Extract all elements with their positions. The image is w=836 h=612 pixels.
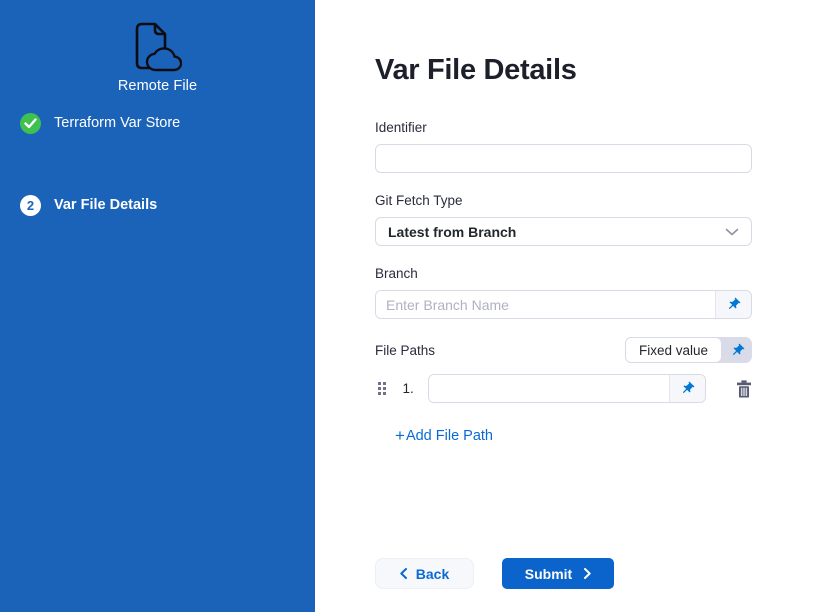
- chevron-left-icon: [400, 568, 407, 579]
- wizard-dialog: Remote File Terraform Var Store 2 Var Fi…: [0, 0, 752, 612]
- store-type-label: Remote File: [118, 78, 197, 94]
- plus-icon: +: [395, 426, 405, 446]
- git-fetch-type-value: Latest from Branch: [388, 224, 516, 240]
- branch-field: [375, 290, 752, 319]
- file-path-field: [428, 374, 706, 403]
- step-label: Terraform Var Store: [54, 115, 180, 131]
- step-var-file-details[interactable]: 2 Var File Details: [0, 194, 315, 216]
- file-paths-runtime-pin-button[interactable]: [722, 337, 752, 363]
- trash-icon: [736, 380, 752, 398]
- wizard-sidebar: Remote File Terraform Var Store 2 Var Fi…: [0, 0, 315, 612]
- chevron-right-icon: [584, 568, 591, 579]
- fixed-value-button[interactable]: Fixed value: [625, 337, 722, 363]
- add-file-path-label: Add File Path: [406, 428, 493, 444]
- chevron-down-icon: [725, 228, 739, 236]
- branch-input[interactable]: [376, 291, 715, 318]
- file-paths-label: File Paths: [375, 343, 435, 358]
- file-path-runtime-pin-button[interactable]: [669, 375, 705, 402]
- back-button[interactable]: Back: [375, 558, 474, 589]
- file-paths-type-selector: Fixed value: [625, 337, 752, 363]
- submit-button-label: Submit: [525, 566, 572, 582]
- branch-label: Branch: [375, 266, 752, 282]
- var-file-form: Identifier Git Fetch Type Latest from Br…: [375, 120, 752, 589]
- git-fetch-type-select[interactable]: Latest from Branch: [375, 217, 752, 246]
- drag-handle-dots-icon[interactable]: [378, 382, 386, 395]
- pin-icon: [730, 343, 745, 358]
- remote-file-cloud-icon: [134, 21, 182, 73]
- pin-icon: [726, 297, 741, 312]
- pin-icon: [680, 381, 695, 396]
- add-file-path-button[interactable]: + Add File Path: [395, 426, 493, 446]
- identifier-label: Identifier: [375, 120, 752, 136]
- page-title: Var File Details: [375, 54, 752, 86]
- step-terraform-var-store[interactable]: Terraform Var Store: [0, 112, 315, 134]
- var-file-details-panel: Var File Details Identifier Git Fetch Ty…: [315, 0, 752, 612]
- submit-button[interactable]: Submit: [502, 558, 614, 589]
- wizard-steps: Terraform Var Store 2 Var File Details: [0, 112, 315, 216]
- step-label: Var File Details: [54, 197, 157, 213]
- file-path-index: 1.: [403, 381, 418, 396]
- step-number-badge: 2: [20, 195, 41, 216]
- check-circle-icon: [20, 113, 41, 134]
- identifier-input[interactable]: [375, 144, 752, 173]
- git-fetch-type-label: Git Fetch Type: [375, 193, 752, 209]
- wizard-actions: Back Submit: [375, 558, 752, 589]
- file-path-input[interactable]: [429, 375, 669, 402]
- file-path-row: 1.: [378, 374, 752, 403]
- branch-runtime-pin-button[interactable]: [715, 291, 751, 318]
- back-button-label: Back: [416, 566, 449, 582]
- delete-file-path-button[interactable]: [736, 380, 752, 398]
- store-type-header: Remote File: [0, 0, 315, 94]
